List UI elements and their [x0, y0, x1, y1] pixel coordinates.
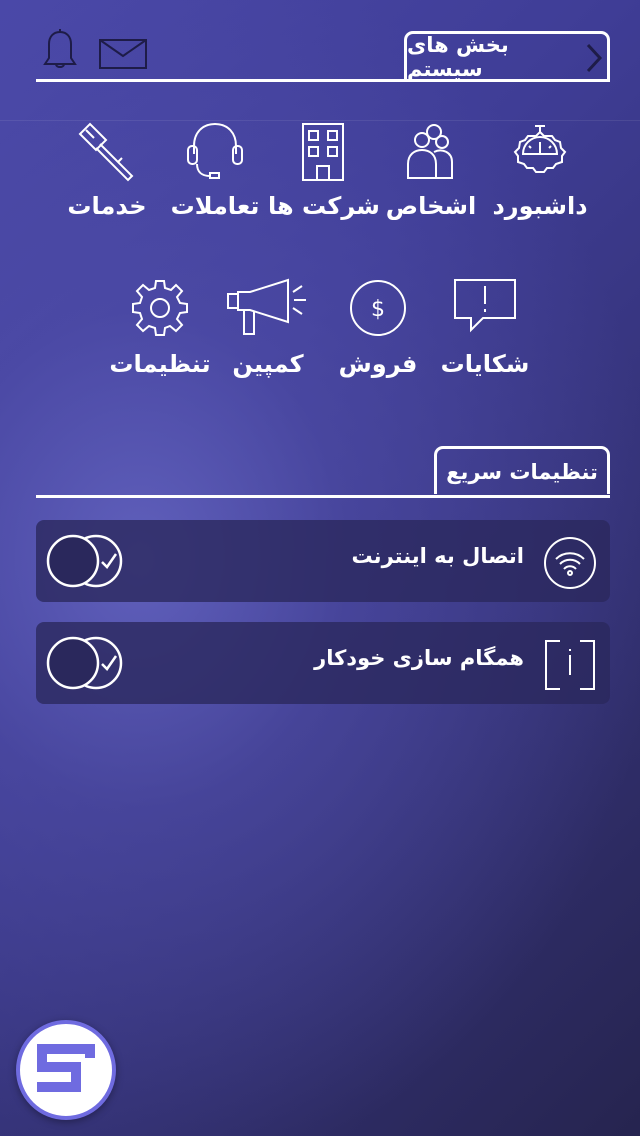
module-label: شکایات [440, 350, 530, 378]
dollar-coin-icon: $ [323, 278, 433, 338]
module-sales[interactable]: $ فروش [323, 278, 433, 378]
hammer-icon [52, 120, 162, 182]
module-label: داشبورد [492, 192, 588, 220]
module-label: شرکت ها [268, 192, 380, 220]
people-icon [376, 120, 486, 182]
module-campaign[interactable]: کمپین [213, 278, 323, 378]
module-interactions[interactable]: تعاملات [160, 120, 270, 220]
megaphone-icon [213, 278, 323, 338]
module-people[interactable]: اشخاص [376, 120, 486, 220]
module-label: اشخاص [385, 192, 477, 220]
quick-settings-tab: تنظیمات سریع [434, 446, 610, 494]
system-sections-divider [36, 79, 610, 82]
system-sections-title: بخش های سیستم [407, 32, 509, 81]
dashboard-gauge-icon [485, 120, 595, 182]
svg-text:$: $ [371, 297, 385, 322]
bell-icon[interactable] [42, 28, 78, 76]
quick-settings-title: تنظیمات سریع [446, 459, 598, 484]
module-label: تعاملات [170, 192, 260, 220]
wifi-icon [542, 535, 598, 595]
headset-icon [160, 120, 270, 182]
system-sections-tab[interactable]: بخش های سیستم [404, 31, 610, 81]
quick-settings-divider [36, 495, 610, 498]
module-settings[interactable]: تنظیمات [105, 278, 215, 378]
quick-setting-label: همگام سازی خودکار [314, 646, 524, 670]
mail-icon[interactable] [98, 38, 148, 74]
quick-setting-label: اتصال به اینترنت [351, 544, 524, 568]
building-icon [268, 120, 378, 182]
complaint-bubble-icon [430, 278, 540, 336]
app-logo-icon [35, 1042, 97, 1098]
module-label: کمپین [232, 350, 304, 378]
internet-toggle[interactable] [46, 534, 124, 592]
module-complaints[interactable]: شکایات [430, 278, 540, 378]
app-logo-button[interactable] [16, 1020, 116, 1120]
quick-setting-internet: اتصال به اینترنت [36, 520, 610, 602]
module-companies[interactable]: شرکت ها [268, 120, 380, 220]
module-dashboard[interactable]: داشبورد [485, 120, 595, 220]
module-services[interactable]: خدمات [52, 120, 162, 220]
quick-setting-auto-sync: همگام سازی خودکار [36, 622, 610, 704]
module-label: خدمات [67, 192, 147, 220]
sync-frame-icon [542, 637, 598, 697]
module-label: تنظیمات [109, 350, 211, 378]
chevron-right-icon[interactable] [585, 42, 603, 79]
auto-sync-toggle[interactable] [46, 636, 124, 694]
gear-icon [105, 278, 215, 338]
module-label: فروش [338, 350, 418, 378]
